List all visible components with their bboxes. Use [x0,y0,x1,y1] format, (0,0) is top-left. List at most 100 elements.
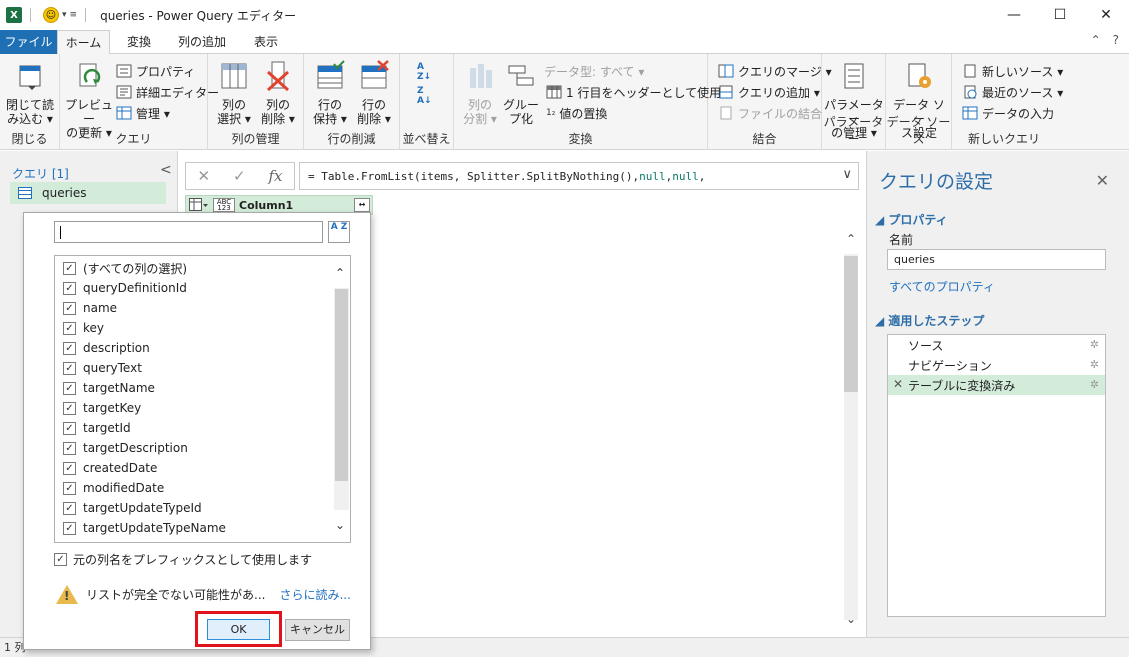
formula-bar-input[interactable]: = Table.FromList(items, Splitter.SplitBy… [299,162,859,190]
sort-descending-icon[interactable]: Z A↓ [417,86,432,106]
commit-formula-icon[interactable]: ✓ [233,167,246,185]
checkbox[interactable]: ✓ [63,441,76,455]
step-item[interactable]: ナビゲーション ✲ [888,355,1105,375]
list-item[interactable]: ✓ queryDefinitionId [63,278,187,298]
list-item[interactable]: ✓ modifiedDate [63,478,164,498]
recent-sources-button[interactable]: 最近のソース ▾ [962,83,1063,101]
ok-button[interactable]: OK [207,619,270,640]
use-first-row-header-button[interactable]: 1 行目をヘッダーとして使用 ▾ [546,83,731,101]
choose-columns-button[interactable]: 列の 選択 ▾ [212,60,256,126]
expand-formula-icon[interactable]: ∨ [842,167,852,182]
remove-columns-button[interactable]: 列の 削除 ▾ [256,60,300,126]
checkbox[interactable]: ✓ [63,461,76,475]
list-item[interactable]: ✓ targetUpdateTypeId [63,498,202,518]
step-item-selected[interactable]: ✕ テーブルに変換済み ✲ [888,375,1105,395]
dropdown-arrow-icon[interactable]: ▾ [62,10,67,20]
combine-files-button[interactable]: ファイルの結合 [718,104,822,122]
list-item[interactable]: ✓ targetKey [63,398,141,418]
list-item[interactable]: ✓ name [63,298,117,318]
table-type-icon[interactable] [189,198,209,212]
append-queries-button[interactable]: クエリの追加 ▾ [718,83,820,101]
data-type-dropdown[interactable]: データ型: すべて ▾ [544,62,644,80]
remove-rows-button[interactable]: 行の 削除 ▾ [352,60,396,126]
grid-scrollbar[interactable]: ⌃ ⌄ [843,232,859,628]
scroll-thumb[interactable] [844,256,858,392]
checkbox[interactable]: ✓ [63,361,76,375]
tab-file[interactable]: ファイル [0,30,57,54]
keep-rows-button[interactable]: 行の 保持 ▾ [308,60,352,126]
list-item[interactable]: ✓ createdDate [63,458,157,478]
load-more-link[interactable]: さらに読み... [279,586,350,603]
help-icon[interactable]: ? [1113,33,1119,47]
collapse-pane-icon[interactable]: < [160,162,172,178]
step-item[interactable]: ソース ✲ [888,335,1105,355]
merge-queries-button[interactable]: クエリのマージ ▾ [718,62,832,80]
smiley-icon[interactable]: ☺ [43,7,59,23]
minimize-button[interactable]: — [991,0,1037,30]
checkbox[interactable]: ✓ [63,301,76,315]
replace-values-button[interactable]: 1₂ 値の置換 [546,104,607,122]
checkbox[interactable]: ✓ [63,261,76,275]
list-item[interactable]: ✓ key [63,318,104,338]
group-by-button[interactable]: グルー プ化 [500,60,542,126]
close-button[interactable]: ✕ [1083,0,1129,30]
gear-icon[interactable]: ✲ [1090,338,1099,351]
checkbox[interactable]: ✓ [63,501,76,515]
split-column-button[interactable]: 列の 分割 ▾ [458,60,502,126]
cancel-formula-icon[interactable]: ✕ [197,167,210,185]
maximize-button[interactable]: ☐ [1037,0,1083,30]
query-item[interactable]: queries [10,182,166,204]
checkbox[interactable]: ✓ [63,401,76,415]
list-item[interactable]: ✓ targetUpdateTypeName [63,518,226,538]
list-scrollbar[interactable]: ⌃ ⌄ [333,256,350,542]
checkbox[interactable]: ✓ [63,341,76,355]
advanced-editor-button[interactable]: 詳細エディター [116,83,219,101]
cancel-button[interactable]: キャンセル [285,619,350,641]
list-item[interactable]: ✓ targetId [63,418,131,438]
properties-button[interactable]: プロパティ [116,62,195,80]
scroll-up-icon[interactable]: ⌃ [843,232,859,248]
checkbox[interactable]: ✓ [63,321,76,335]
tab-transform[interactable]: 変換 [114,30,164,54]
applied-steps-header[interactable]: ◢ 適用したステップ [875,312,984,329]
checkbox[interactable]: ✓ [63,521,76,535]
checkbox[interactable]: ✓ [63,281,76,295]
tab-view[interactable]: 表示 [240,30,292,54]
list-item[interactable]: ✓ (すべての列の選択) [63,258,187,278]
scroll-thumb[interactable] [335,289,348,481]
list-item[interactable]: ✓ description [63,338,150,358]
list-item[interactable]: ✓ targetDescription [63,438,188,458]
scroll-up-icon[interactable]: ⌃ [335,266,345,280]
enter-data-button[interactable]: データの入力 [962,104,1054,122]
collapse-ribbon-icon[interactable]: ⌃ [1091,33,1101,47]
gear-icon[interactable]: ✲ [1090,378,1099,391]
refresh-preview-button[interactable]: プレビュー の更新 ▾ [64,60,114,140]
close-settings-icon[interactable]: ✕ [1096,171,1109,190]
tab-add-column[interactable]: 列の追加 [168,30,236,54]
checkbox[interactable]: ✓ [63,421,76,435]
close-and-load-button[interactable]: 閉じて読 み込む ▾ [4,60,56,126]
fx-icon[interactable]: fx [269,167,283,185]
prefix-checkbox[interactable]: ✓ [54,553,67,566]
query-name-input[interactable]: queries [887,249,1106,270]
properties-section-header[interactable]: ◢ プロパティ [875,211,948,228]
sort-icon[interactable]: A Z [328,221,350,243]
prefix-option[interactable]: ✓ 元の列名をプレフィックスとして使用します [54,551,312,568]
list-item[interactable]: ✓ targetName [63,378,155,398]
delete-step-icon[interactable]: ✕ [893,377,903,391]
all-properties-link[interactable]: すべてのプロパティ [889,278,995,295]
sort-ascending-icon[interactable]: A Z↓ [417,62,431,82]
expand-column-icon[interactable]: ↔ [354,198,370,212]
scroll-down-icon[interactable]: ⌄ [843,612,859,628]
search-input[interactable] [54,221,323,243]
gear-icon[interactable]: ✲ [1090,358,1099,371]
scroll-down-icon[interactable]: ⌄ [335,518,345,532]
new-source-button[interactable]: 新しいソース ▾ [962,62,1063,80]
list-item[interactable]: ✓ queryText [63,358,142,378]
tab-home[interactable]: ホーム [57,30,110,55]
quick-access-menu-icon[interactable]: ≡ [70,10,78,20]
checkbox[interactable]: ✓ [63,381,76,395]
group-label-reduce-rows: 行の削減 [327,132,376,146]
manage-button[interactable]: 管理 ▾ [116,104,170,122]
checkbox[interactable]: ✓ [63,481,76,495]
